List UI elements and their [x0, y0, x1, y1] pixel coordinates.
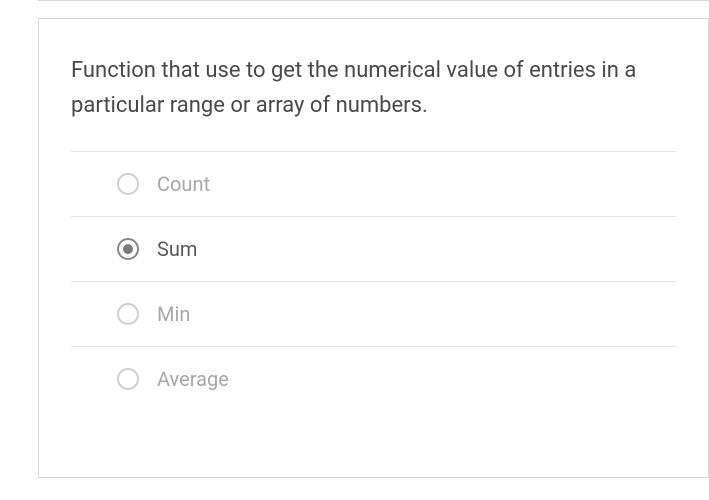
top-divider — [38, 0, 709, 2]
option-label: Average — [157, 367, 229, 391]
option-min[interactable]: Min — [71, 282, 676, 347]
option-count[interactable]: Count — [71, 152, 676, 217]
question-text: Function that use to get the numerical v… — [71, 53, 676, 123]
options-list: Count Sum Min Average — [71, 151, 676, 411]
option-label: Min — [157, 302, 190, 326]
radio-icon[interactable] — [117, 303, 139, 325]
question-card: Function that use to get the numerical v… — [38, 18, 709, 478]
option-label: Sum — [157, 237, 197, 261]
radio-icon[interactable] — [117, 238, 139, 260]
option-average[interactable]: Average — [71, 347, 676, 411]
option-label: Count — [157, 172, 210, 196]
option-sum[interactable]: Sum — [71, 217, 676, 282]
radio-icon[interactable] — [117, 173, 139, 195]
radio-icon[interactable] — [117, 368, 139, 390]
